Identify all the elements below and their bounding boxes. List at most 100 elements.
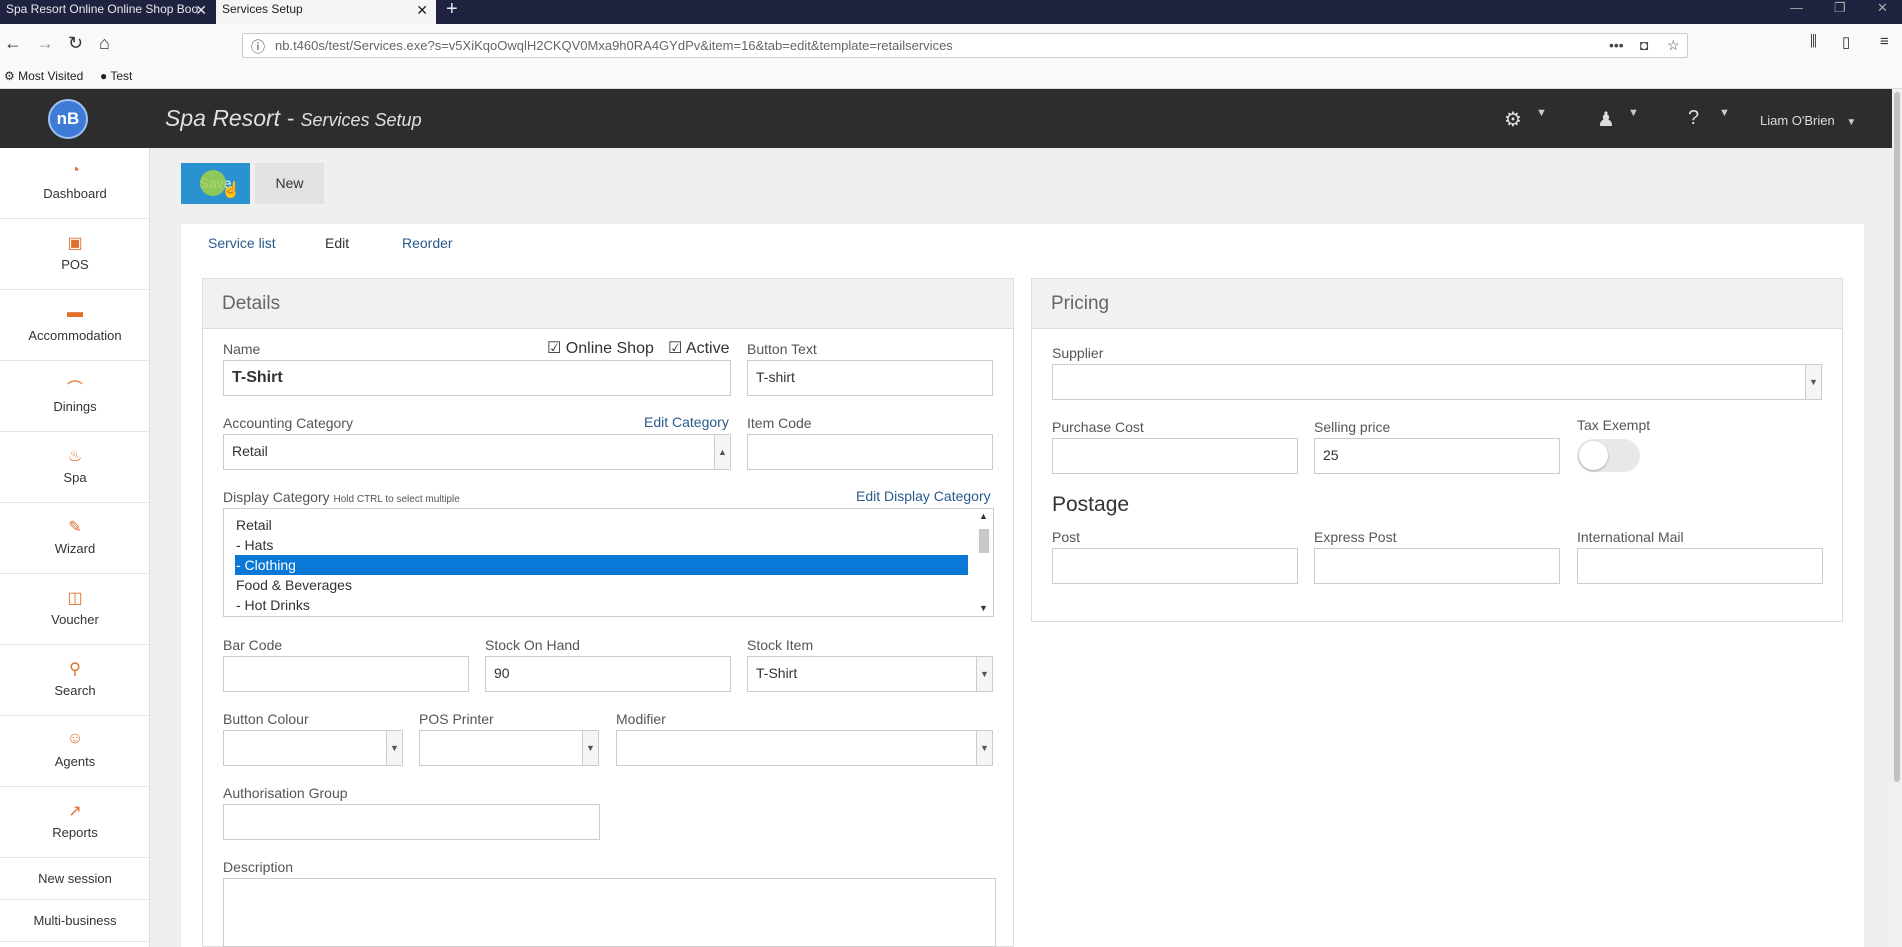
selling-price-input[interactable]: 25 [1314,438,1560,474]
new-session-link[interactable]: New session [0,858,150,900]
post-input[interactable] [1052,548,1298,584]
info-icon[interactable]: ⓘ [251,37,265,57]
forward-icon[interactable]: → [36,33,54,54]
sidebar-item-spa[interactable]: ♨ Spa [0,432,150,503]
sidebar-item-dashboard[interactable]: ◔ Dashboard [0,148,150,219]
pos-printer-select[interactable]: ▼ [419,730,599,766]
sidebar-item-wizard[interactable]: ✎ Wizard [0,503,150,574]
button-colour-select[interactable]: ▼ [223,730,403,766]
sidebar-item-label: Search [54,683,96,698]
purchase-cost-input[interactable] [1052,438,1298,474]
list-item[interactable]: Food & Beverages [235,575,968,595]
bar-code-input[interactable] [223,656,469,692]
selling-price-label: Selling price [1314,419,1391,435]
sidebar-item-voucher[interactable]: ◫ Voucher [0,574,150,645]
help-icon[interactable]: ? [1688,107,1699,130]
agent-menu-icon[interactable]: ♟ [1597,107,1615,132]
tab-service-list[interactable]: Service list [208,235,276,251]
browser-tab[interactable]: Spa Resort Online Online Shop Boo ✕ [0,0,215,24]
chevron-up-icon[interactable]: ▲ [979,511,988,521]
accounting-category-select[interactable]: Retail ▲ [223,434,731,470]
edit-display-category-link[interactable]: Edit Display Category [856,488,991,504]
bed-icon: ▬ [67,304,83,321]
chevron-down-icon[interactable]: ▼ [1628,107,1639,119]
description-textarea[interactable] [223,878,996,947]
sidebar-item-accommodation[interactable]: ▬ Accommodation [0,290,150,361]
listbox-scrollbar-thumb[interactable] [979,529,989,553]
list-item[interactable]: - Hats [235,535,968,555]
sidebar-item-label: Agents [54,754,96,769]
close-icon[interactable]: ✕ [416,1,428,19]
restore-icon[interactable]: ❐ [1834,0,1846,16]
sidebar-item-pos[interactable]: ▣ POS [0,219,150,290]
browser-tab-label: Services Setup [222,2,303,16]
item-code-input[interactable] [747,434,993,470]
list-item[interactable]: - Hot Drinks [235,595,968,615]
express-post-input[interactable] [1314,548,1560,584]
window-close-icon[interactable]: ✕ [1877,0,1888,16]
checkbox-checked-icon: ☑ [668,340,683,357]
accounting-category-value: Retail [232,443,268,459]
bookmark-star-icon[interactable]: ☆ [1667,37,1680,54]
button-text-input[interactable]: T-shirt [747,360,993,396]
active-checkbox[interactable]: ☑ Active [668,338,729,358]
stock-on-hand-input[interactable]: 90 [485,656,731,692]
sidebar-item-label: POS [61,257,89,272]
international-mail-input[interactable] [1577,548,1823,584]
sidebar-item-search[interactable]: ⚲ Search [0,645,150,716]
multi-business-link[interactable]: Multi-business [0,900,150,942]
chevron-down-icon[interactable]: ▼ [1536,107,1547,119]
list-item[interactable]: Retail [235,515,968,535]
toggle-knob [1579,441,1608,470]
more-icon[interactable]: ••• [1609,37,1624,53]
sidebar-item-reports[interactable]: ↗ Reports [0,787,150,858]
minimize-icon[interactable]: — [1790,0,1803,16]
browser-tab-active[interactable]: Services Setup ✕ [216,0,436,24]
new-button[interactable]: New [255,163,324,204]
new-tab-icon[interactable]: + [446,0,458,21]
home-icon[interactable]: ⌂ [99,33,110,54]
library-icon[interactable]: ⫼ [1810,33,1817,50]
reload-icon[interactable]: ↻ [68,33,83,54]
close-icon[interactable]: ✕ [195,1,207,19]
display-category-hint: Hold CTRL to select multiple [333,494,460,505]
bar-code-label: Bar Code [223,637,283,653]
menu-icon[interactable]: ≡ [1880,33,1889,50]
app-logo[interactable]: nB [48,99,88,139]
supplier-select[interactable]: ▼ [1052,364,1822,400]
tab-edit[interactable]: Edit [325,235,349,251]
url-text: nb.t460s/test/Services.exe?s=v5XiKqoOwql… [275,38,953,53]
user-menu[interactable]: Liam O'Brien ▼ [1760,113,1856,128]
sidebar-item-dinings[interactable]: ⌒ Dinings [0,361,150,432]
bookmark-test[interactable]: ● Test [100,69,132,83]
authorisation-group-input[interactable] [223,804,600,840]
page-scrollbar-thumb[interactable] [1894,92,1900,782]
checkbox-checked-icon: ☑ [547,340,562,357]
pocket-icon[interactable]: ◘ [1640,37,1648,53]
tax-exempt-toggle[interactable] [1577,439,1640,472]
name-input[interactable]: T-Shirt [223,360,731,396]
tab-reorder[interactable]: Reorder [402,235,453,251]
bookmarks-bar: ⚙ Most Visited ● Test [0,66,1902,89]
online-shop-checkbox[interactable]: ☑ Online Shop [547,338,654,358]
modifier-label: Modifier [616,711,666,727]
url-bar[interactable]: ⓘ nb.t460s/test/Services.exe?s=v5XiKqoOw… [242,33,1688,58]
purchase-cost-label: Purchase Cost [1052,419,1144,435]
stock-item-select[interactable]: T-Shirt ▼ [747,656,993,692]
listbox-scrollbar[interactable]: ▲ ▼ [977,511,991,614]
stock-item-value: T-Shirt [756,665,798,681]
chevron-down-icon[interactable]: ▼ [979,603,988,613]
sidebar-toggle-icon[interactable]: ▯ [1842,33,1850,51]
settings-gear-icon[interactable]: ⚙ [1504,107,1522,132]
back-icon[interactable]: ← [4,33,22,54]
edit-category-link[interactable]: Edit Category [644,414,729,430]
list-item-selected[interactable]: - Clothing [235,555,968,575]
browser-tab-label: Spa Resort Online Online Shop Boo [6,2,199,16]
nb-icon: ● [100,69,108,83]
modifier-select[interactable]: ▼ [616,730,993,766]
sidebar-item-agents[interactable]: ☺ Agents [0,716,150,787]
chevron-down-icon[interactable]: ▼ [1719,107,1730,119]
bookmark-most-visited[interactable]: ⚙ Most Visited [4,69,83,83]
display-category-listbox[interactable]: Retail - Hats - Clothing Food & Beverage… [223,508,994,617]
supplier-label: Supplier [1052,345,1104,361]
